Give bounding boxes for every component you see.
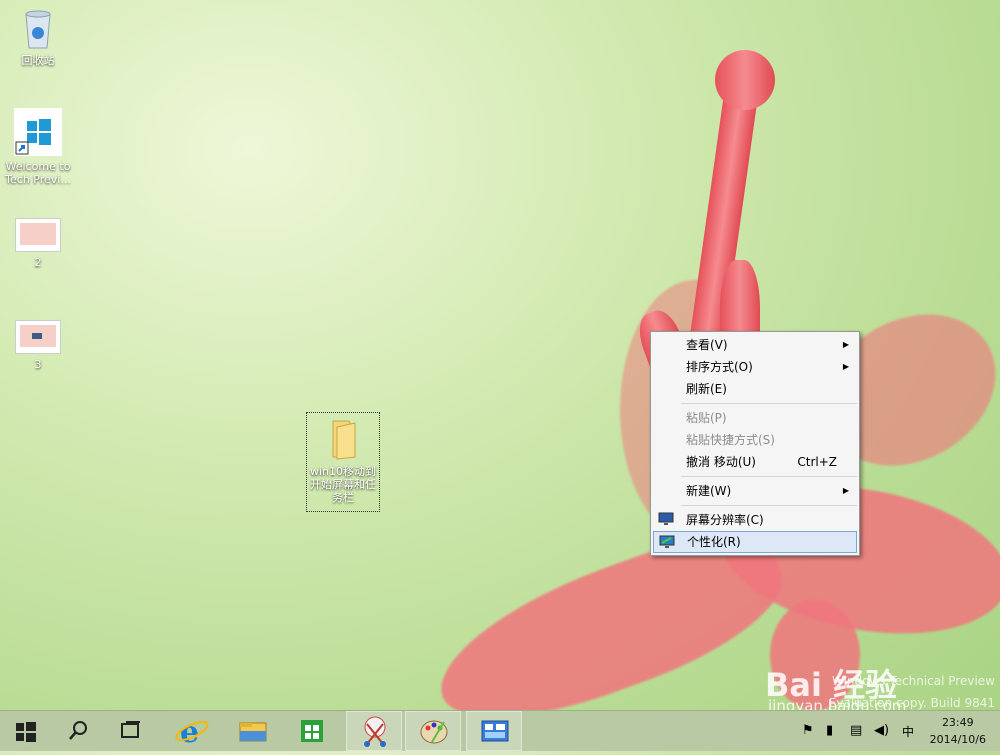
clock-time: 23:49 [941,716,974,729]
menu-item-undo-move[interactable]: 撤消 移动(U) Ctrl+Z [653,451,857,473]
task-view-icon [121,721,140,738]
personalize-icon [659,535,675,548]
windows-logo-icon [14,108,62,156]
submenu-arrow-icon: ▶ [842,486,849,495]
store-icon [301,720,323,742]
desktop-context-menu: 查看(V) ▶ 排序方式(O) ▶ 刷新(E) 粘贴(P) 粘贴快捷方式(S) … [650,331,860,556]
svg-text:e: e [180,715,199,750]
control-panel-icon [481,720,509,742]
menu-item-screen-resolution[interactable]: 屏幕分辨率(C) [653,509,857,531]
desktop-icon-recycle-bin[interactable]: 回收站 [3,6,73,67]
menu-item-paste: 粘贴(P) [653,407,857,429]
image-thumbnail-icon [15,320,61,354]
menu-item-new[interactable]: 新建(W) ▶ [653,480,857,502]
ime-indicator[interactable]: 中 [902,723,914,740]
ie-icon: e [175,715,209,750]
desktop-icon-label: win10移动到 开始屏幕和任 务栏 [309,465,377,504]
store-button[interactable] [286,711,338,751]
desktop-icon-welcome[interactable]: Welcome to Tech Previ... [3,108,73,186]
menu-item-paste-shortcut: 粘贴快捷方式(S) [653,429,857,451]
submenu-arrow-icon: ▶ [842,362,849,371]
desktop-icon-image-3[interactable]: 3 [3,320,73,371]
menu-item-label: 查看(V) [686,338,728,352]
desktop-icon-label: 3 [34,358,42,371]
menu-separator [681,403,857,404]
menu-item-label: 屏幕分辨率(C) [686,513,764,527]
menu-item-personalize[interactable]: 个性化(R) [653,531,857,553]
menu-item-label: 粘贴快捷方式(S) [686,433,775,447]
desktop-icon-folder[interactable]: win10移动到 开始屏幕和任 务栏 [306,412,380,512]
monitor-icon [658,512,674,525]
ie-button[interactable]: e [166,711,218,751]
image-thumbnail-icon [15,218,61,252]
folder-icon [321,417,365,461]
menu-item-label: 个性化(R) [687,535,741,549]
desktop-icon-label: 回收站 [21,54,55,67]
file-explorer-button[interactable] [226,711,278,751]
menu-item-label: 排序方式(O) [686,360,753,374]
file-explorer-icon [239,722,267,742]
menu-item-sort-by[interactable]: 排序方式(O) ▶ [653,356,857,378]
clock-date: 2014/10/6 [929,733,986,746]
snipping-tool-button[interactable] [346,711,402,751]
submenu-arrow-icon: ▶ [842,340,849,349]
menu-item-shortcut: Ctrl+Z [797,455,837,469]
recycle-bin-icon [16,6,60,50]
menu-item-label: 撤消 移动(U) [686,455,756,469]
search-button[interactable] [52,711,104,751]
system-tray: ⚑ ▮ ▤ ◀) 中 23:49 2014/10/6 [790,711,1000,751]
control-panel-button[interactable] [466,711,522,751]
paint-icon [420,720,448,744]
desktop-icon-label: Welcome to Tech Previ... [5,160,71,186]
menu-item-label: 新建(W) [686,484,732,498]
volume-icon[interactable]: ◀) [874,723,889,738]
taskbar: e ⚑ ▮ ▤ ◀) 中 23:49 2014/10/6 [0,710,1000,751]
menu-item-refresh[interactable]: 刷新(E) [653,378,857,400]
menu-item-label: 粘贴(P) [686,411,727,425]
menu-item-label: 刷新(E) [686,382,727,396]
start-icon [16,722,36,742]
paint-button[interactable] [405,711,461,751]
network-icon[interactable]: ▤ [850,723,862,738]
menu-separator [681,505,857,506]
start-button[interactable] [0,711,52,751]
menu-separator [681,476,857,477]
desktop-icon-image-2[interactable]: 2 [3,218,73,269]
battery-icon[interactable]: ▮ [826,723,833,738]
desktop-icon-label: 2 [34,256,42,269]
task-view-button[interactable] [104,711,156,751]
tray-flag-icon[interactable]: ⚑ [802,723,814,738]
menu-item-view[interactable]: 查看(V) ▶ [653,334,857,356]
search-icon [69,721,87,740]
snipping-tool-icon [364,716,386,747]
clock[interactable]: 23:49 2014/10/6 [930,714,986,748]
